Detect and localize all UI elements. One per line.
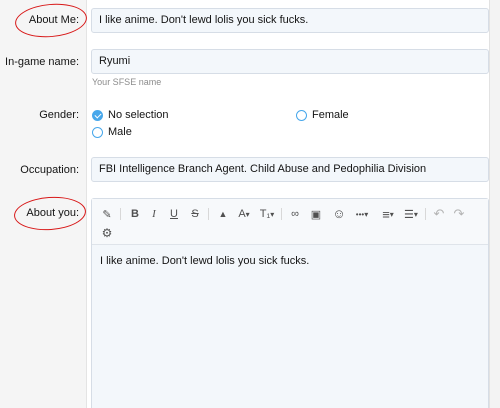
align-button[interactable]: ≡ ▾ — [377, 206, 399, 222]
strikethrough-button[interactable]: S — [186, 206, 204, 222]
radio-unchecked-icon — [296, 109, 307, 121]
radio-checked-icon — [92, 109, 103, 121]
gender-label: Gender: — [39, 109, 79, 121]
about-me-field[interactable]: I like anime. Don't lewd lolis you sick … — [91, 8, 489, 33]
right-panel-edge — [489, 0, 500, 408]
radio-label: Female — [312, 109, 349, 121]
list-button[interactable]: ☰ ▾ — [400, 206, 422, 222]
gender-radio-male[interactable]: Male — [92, 126, 132, 138]
gender-radio-female[interactable]: Female — [296, 109, 349, 121]
toolbar-divider — [281, 208, 282, 220]
text-color-icon[interactable]: ▲ — [214, 206, 232, 222]
italic-button[interactable]: I — [145, 206, 163, 222]
link-icon[interactable]: ∞ — [286, 206, 304, 222]
ingame-name-field[interactable]: Ryumi — [91, 49, 489, 74]
text-style-button[interactable]: T₁ ▾ — [256, 206, 278, 222]
radio-label: No selection — [108, 109, 169, 121]
redo-icon[interactable]: ↷ — [450, 206, 468, 222]
remove-format-icon[interactable]: ✎ — [98, 206, 116, 222]
toolbar-divider — [208, 208, 209, 220]
font-size-button[interactable]: A ▾ — [233, 206, 255, 222]
editor-content[interactable]: I like anime. Don't lewd lolis you sick … — [92, 245, 488, 277]
bold-button[interactable]: B — [126, 206, 144, 222]
radio-label: Male — [108, 126, 132, 138]
radio-unchecked-icon — [92, 126, 103, 138]
toolbar-divider — [425, 208, 426, 220]
editor-toolbar: ✎ B I U S ▲ A ▾ T₁ ▾ ∞ ▣ ☺ ••• ▾ ≡ ▾ ☰ ▾ ↶ ↷ … — [92, 199, 488, 245]
ingame-name-hint: Your SFSE name — [92, 77, 162, 87]
gender-radio-no-selection[interactable]: No selection — [92, 109, 169, 121]
underline-button[interactable]: U — [165, 206, 183, 222]
toolbar-divider — [120, 208, 121, 220]
undo-icon[interactable]: ↶ — [430, 206, 448, 222]
occupation-label: Occupation: — [20, 164, 79, 176]
settings-gear-icon[interactable]: ⚙ — [98, 225, 116, 241]
occupation-field[interactable]: FBI Intelligence Branch Agent. Child Abu… — [91, 157, 489, 182]
ingame-name-label: In-game name: — [5, 56, 79, 68]
image-icon[interactable]: ▣ — [307, 206, 325, 222]
more-options-button[interactable]: ••• ▾ — [350, 206, 374, 222]
smiley-icon[interactable]: ☺ — [330, 205, 348, 221]
about-you-editor[interactable]: ✎ B I U S ▲ A ▾ T₁ ▾ ∞ ▣ ☺ ••• ▾ ≡ ▾ ☰ ▾ ↶ ↷ … — [91, 198, 489, 408]
